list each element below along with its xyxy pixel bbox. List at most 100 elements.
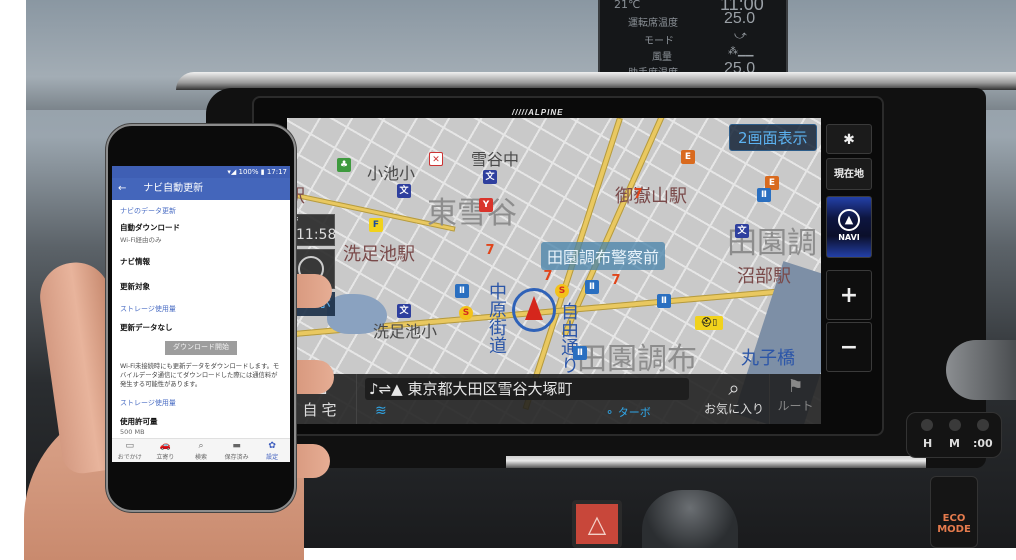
map-label-koike: 小池小	[367, 164, 416, 183]
bank-icon: Ⅱ	[757, 188, 771, 202]
map-label-marukobashi: 丸子橋	[741, 348, 795, 369]
tab-label: 設定	[266, 454, 279, 461]
fan-level-icon: ⁂▁▁	[728, 46, 754, 57]
update-target-item[interactable]: 更新対象	[112, 271, 290, 296]
clock-adjust-panel: H M :00	[906, 412, 1002, 458]
star-icon: ✱	[843, 132, 855, 148]
turbo-indicator: ⚬ ターボ	[605, 406, 651, 419]
navi-label: NAVI	[838, 233, 860, 242]
hazard-icon: △	[587, 510, 607, 538]
minute-button[interactable]	[949, 419, 961, 431]
dual-screen-button[interactable]: 2画面表示	[729, 124, 817, 151]
favorites-label: お気に入り	[703, 402, 764, 416]
route-label: ルート	[777, 399, 814, 413]
school-icon: 文	[397, 304, 411, 318]
update-target-title: 更新対象	[120, 282, 150, 291]
turbo-label: ターボ	[617, 406, 651, 419]
driver-temp-label: 運転席温度	[628, 18, 678, 29]
map-label-denenchofu: 田園調布	[577, 342, 697, 377]
allowed-usage-item[interactable]: 使用許可量 500 MB	[112, 410, 290, 440]
construction-icon: ⛑▯	[695, 316, 723, 330]
search-icon: ⌕	[198, 441, 204, 451]
alpine-logo: /////ALPINE	[512, 108, 564, 117]
folder-icon: ▬	[232, 441, 241, 451]
navi-map[interactable]: 東雪谷 田園調布 田園調 小池小 雪谷中 御嶽山駅 洗足池駅 洗足池小 沼部駅 …	[287, 118, 821, 424]
side-clock-time: 11:58	[296, 227, 337, 243]
auto-download-setting[interactable]: 自動ダウンロード Wi-Fi経由のみ	[112, 218, 290, 248]
hour-label: H	[923, 437, 933, 450]
seven-eleven-icon: 7	[485, 243, 495, 258]
status-text: 100% ▮ 17:17	[238, 168, 288, 176]
address-text: 東京都大田区雪谷大塚町	[407, 380, 573, 398]
zoom-in-button[interactable]: +	[826, 270, 872, 320]
tab-tachiyori[interactable]: 🚗 立寄り	[148, 439, 184, 462]
app-title: ナビ自動更新	[143, 183, 204, 194]
search-icon: ⌕	[728, 376, 740, 400]
eco-mode-button[interactable]: ECO MODE	[930, 476, 978, 548]
bank-icon: Ⅱ	[573, 346, 587, 360]
mode-label: モード	[644, 36, 674, 47]
tab-settings[interactable]: ✿ 設定	[254, 439, 290, 462]
no-update-text: 更新データなし	[120, 323, 173, 332]
address-icons: ♪⇌▲	[369, 380, 403, 398]
tab-label: 保存済み	[224, 454, 249, 461]
auto-download-value: Wi-Fi経由のみ	[120, 236, 162, 244]
map-label-numabe: 沼部駅	[737, 266, 791, 287]
mode-icon: ⤻	[734, 28, 747, 42]
tab-odekake[interactable]: ▭ おでかけ	[112, 439, 148, 462]
allowed-usage-title: 使用許可量	[120, 417, 158, 426]
current-address: ♪⇌▲ 東京都大田区雪谷大塚町	[365, 378, 689, 400]
navi-info-title: ナビ情報	[120, 257, 150, 266]
shell-icon: S	[555, 284, 569, 298]
tab-search[interactable]: ⌕ 検索	[183, 439, 219, 462]
zoom-out-button[interactable]: −	[826, 322, 872, 372]
current-position-arrow-icon	[525, 296, 543, 320]
tab-label: おでかけ	[117, 454, 142, 461]
back-arrow-icon[interactable]: ←	[118, 178, 140, 200]
eco-label: ECO	[942, 513, 966, 524]
minute-label: M	[949, 437, 960, 450]
calendar-icon: ▭	[125, 441, 135, 451]
bank-icon: Ⅱ	[585, 280, 599, 294]
navi-arrow-icon: ▲	[838, 209, 860, 231]
map-label-ontakesan: 御嶽山駅	[615, 186, 687, 207]
mode-label: MODE	[937, 524, 971, 535]
restaurant-icon: ✕	[429, 152, 443, 166]
seven-eleven-icon: 7	[543, 269, 553, 284]
eneos-icon: E	[681, 150, 695, 164]
zero-button[interactable]	[977, 419, 989, 431]
vent-trim	[506, 456, 926, 468]
yoshinoya-icon: Y	[479, 198, 493, 212]
star-button[interactable]: ✱	[826, 124, 872, 154]
fan-label: 風量	[652, 52, 672, 63]
map-label-senzoku-station: 洗足池駅	[343, 244, 415, 265]
favorites-button[interactable]: ⌕ お気に入り	[699, 374, 769, 424]
storage-usage-link[interactable]: ストレージ使用量	[112, 296, 290, 316]
map-bottom-bar: ⌂ 自宅 ♪⇌▲ 東京都大田区雪谷大塚町 ≋ ⚬ ターボ ⌕ お気に入り ⚑ ル…	[287, 374, 821, 424]
map-label-jiyu-dori: 自由通り	[558, 302, 579, 374]
shell-icon: S	[459, 306, 473, 320]
download-start-button[interactable]: ダウンロード開始	[165, 341, 237, 355]
outside-temp: 21℃	[614, 0, 641, 11]
navi-info-item[interactable]: ナビ情報	[112, 248, 290, 271]
navi-button[interactable]: ▲ NAVI	[826, 196, 872, 258]
park-icon: ♣	[337, 158, 351, 172]
signal-icon: ▾◢	[227, 168, 239, 176]
route-button[interactable]: ⚑ ルート	[769, 374, 821, 424]
current-location-button[interactable]: 現在地	[826, 158, 872, 190]
tab-label: 検索	[194, 454, 207, 461]
tab-label: 立寄り	[156, 454, 175, 461]
tab-saved[interactable]: ▬ 保存済み	[219, 439, 255, 462]
smartphone: ▾◢ 100% ▮ 17:17 ← ナビ自動更新 ナビのデータ更新 自動ダウンロ…	[106, 124, 296, 512]
map-label-nakahara-kaido: 中原街道	[486, 282, 507, 354]
hour-button[interactable]	[921, 419, 933, 431]
storage-usage-link-2[interactable]: ストレージ使用量	[112, 392, 290, 410]
hazard-button[interactable]: △	[572, 500, 622, 548]
school-icon: 文	[397, 184, 411, 198]
address-area: ♪⇌▲ 東京都大田区雪谷大塚町 ≋ ⚬ ターボ	[357, 374, 699, 424]
seven-eleven-icon: 7	[633, 187, 643, 202]
bank-icon: Ⅱ	[455, 284, 469, 298]
map-label-yukigaya: 雪谷中	[471, 150, 520, 169]
zero-label: :00	[973, 437, 993, 450]
auto-download-title: 自動ダウンロード	[120, 223, 180, 232]
